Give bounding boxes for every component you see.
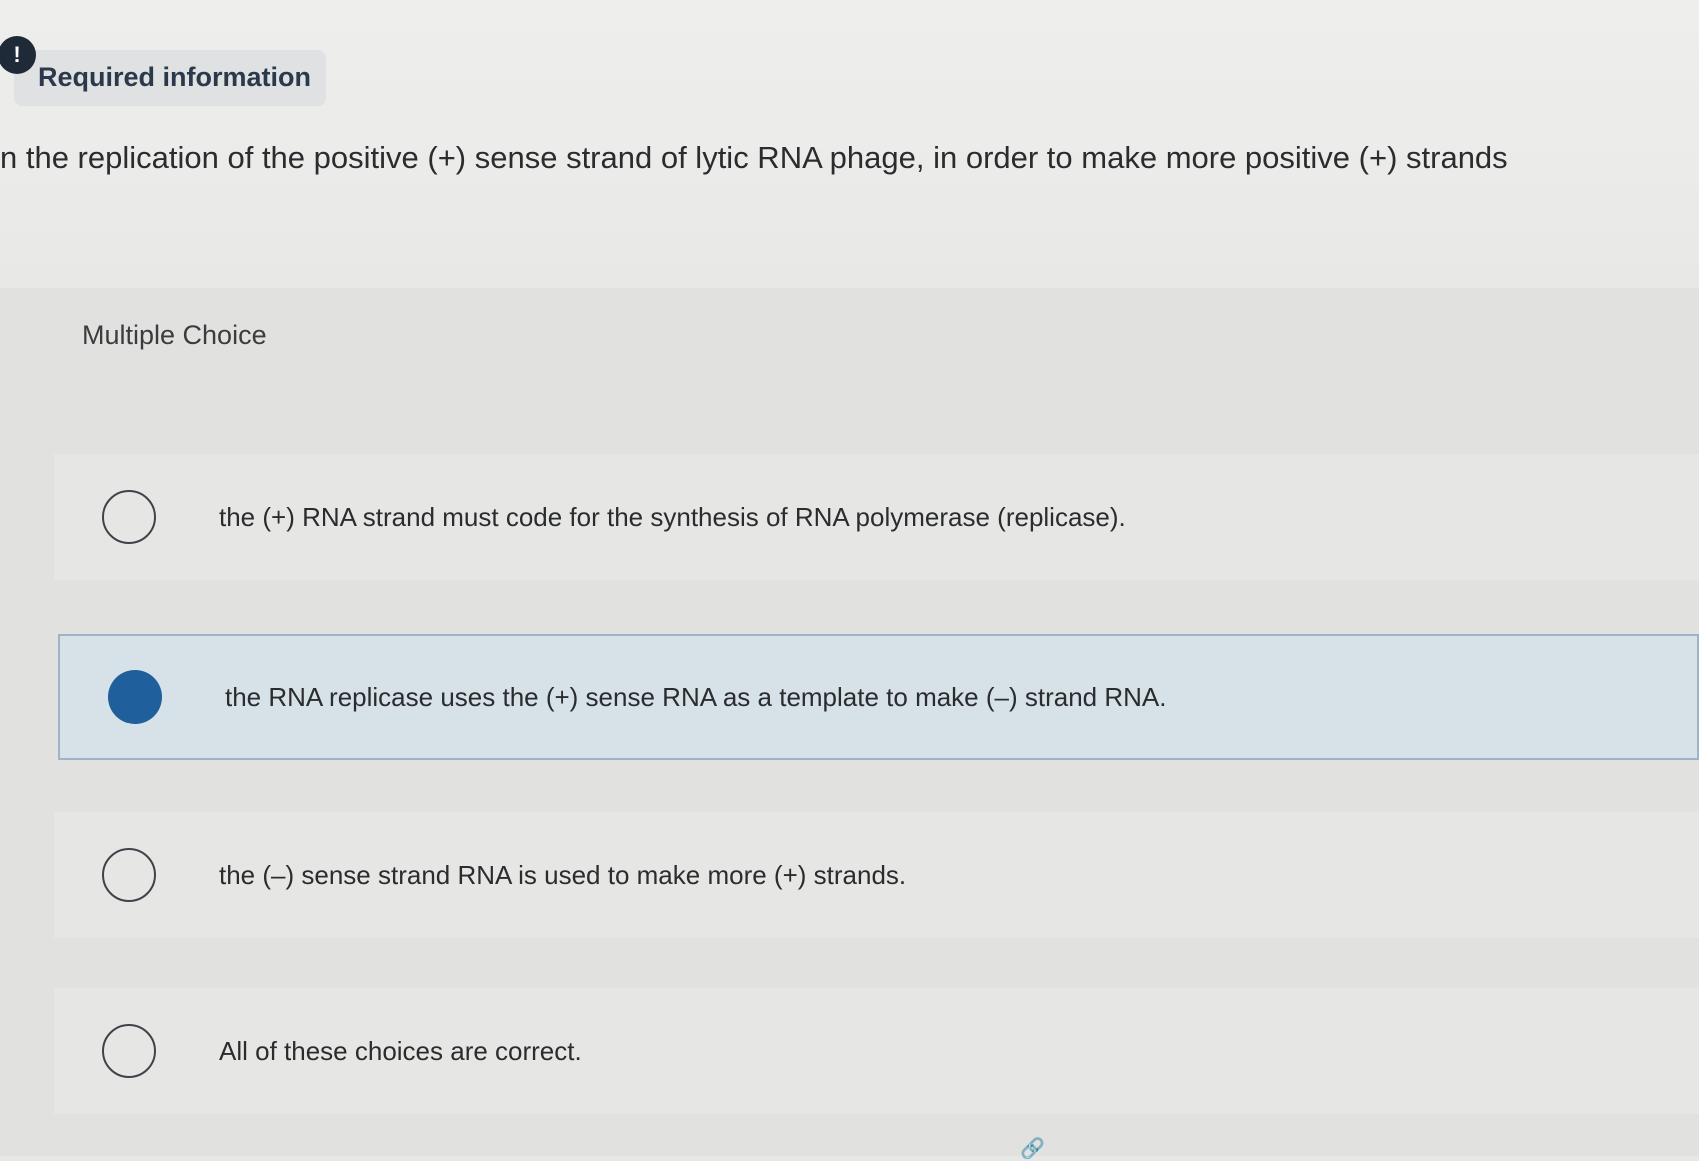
link-icon[interactable]: 🔗: [1020, 1136, 1045, 1161]
question-text: n the replication of the positive (+) se…: [0, 140, 1508, 175]
required-information-label: Required information: [38, 62, 312, 92]
multiple-choice-label: Multiple Choice: [82, 320, 267, 350]
radio-button[interactable]: [102, 848, 156, 902]
radio-button-selected[interactable]: [108, 670, 162, 724]
radio-button[interactable]: [102, 1024, 156, 1078]
choice-option-1[interactable]: the (+) RNA strand must code for the syn…: [54, 454, 1699, 580]
radio-button[interactable]: [102, 490, 156, 544]
choice-option-label: the (–) sense strand RNA is used to make…: [219, 860, 907, 890]
choice-option-label: All of these choices are correct.: [219, 1036, 582, 1066]
choice-option-4[interactable]: All of these choices are correct.: [54, 988, 1699, 1114]
choice-option-label: the RNA replicase uses the (+) sense RNA…: [225, 682, 1167, 712]
choice-option-label: the (+) RNA strand must code for the syn…: [219, 502, 1126, 532]
choice-option-3[interactable]: the (–) sense strand RNA is used to make…: [54, 812, 1699, 938]
choice-option-2[interactable]: the RNA replicase uses the (+) sense RNA…: [58, 634, 1699, 760]
